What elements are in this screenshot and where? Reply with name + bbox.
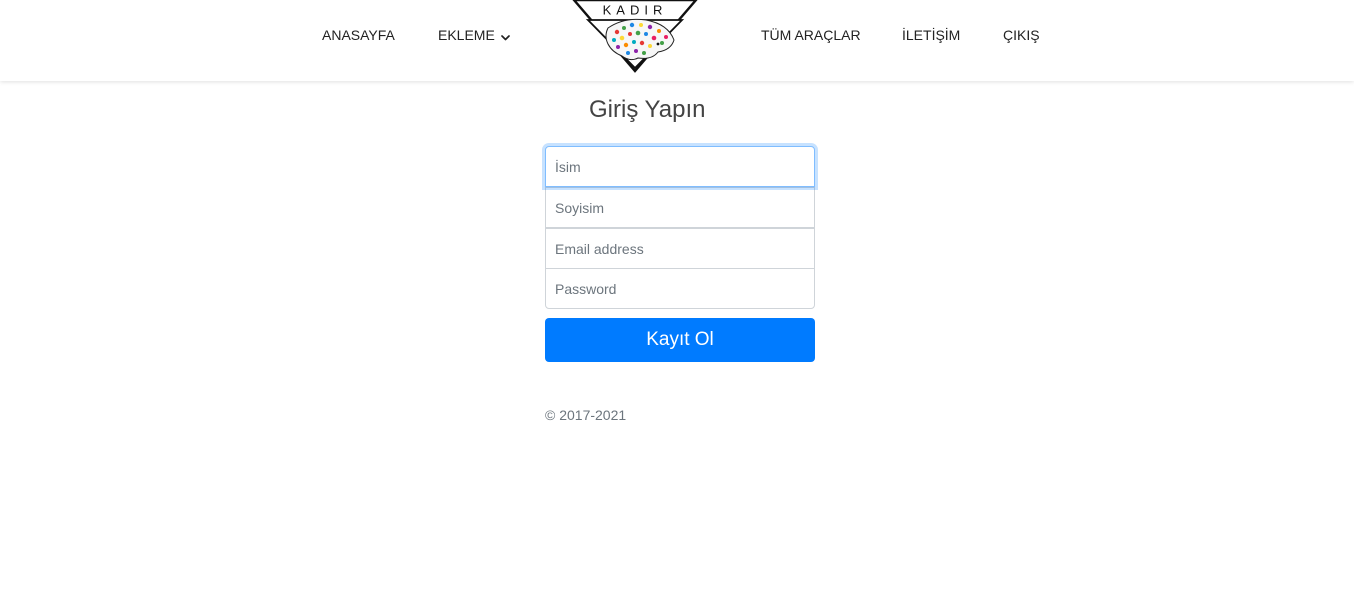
- form-title: Giriş Yapın: [589, 96, 706, 123]
- nav-link-tum-araclar[interactable]: TÜM ARAÇLAR: [761, 27, 861, 43]
- nav-link-cikis[interactable]: ÇIKIŞ: [1003, 27, 1040, 43]
- leopard-triangle-logo-icon: KADIR: [572, 0, 698, 73]
- first-name-input[interactable]: [545, 146, 815, 187]
- register-button[interactable]: Kayıt Ol: [545, 318, 815, 362]
- copyright-text: © 2017-2021: [545, 407, 627, 423]
- nav-link-iletisim[interactable]: İLETİŞİM: [902, 27, 960, 43]
- nav-dropdown-label: EKLEME: [438, 27, 495, 43]
- logo-text: KADIR: [603, 3, 668, 18]
- password-input[interactable]: [545, 268, 815, 309]
- nav-dropdown-ekleme[interactable]: EKLEME: [438, 27, 510, 44]
- navbar: ANASAYFA EKLEME KADIR TÜM ARAÇLAR İLETİŞ…: [0, 0, 1354, 81]
- nav-link-anasayfa[interactable]: ANASAYFA: [322, 27, 395, 43]
- last-name-input[interactable]: [545, 187, 815, 228]
- chevron-down-icon: [500, 28, 510, 44]
- email-input[interactable]: [545, 228, 815, 269]
- brand-logo[interactable]: KADIR: [572, 0, 698, 74]
